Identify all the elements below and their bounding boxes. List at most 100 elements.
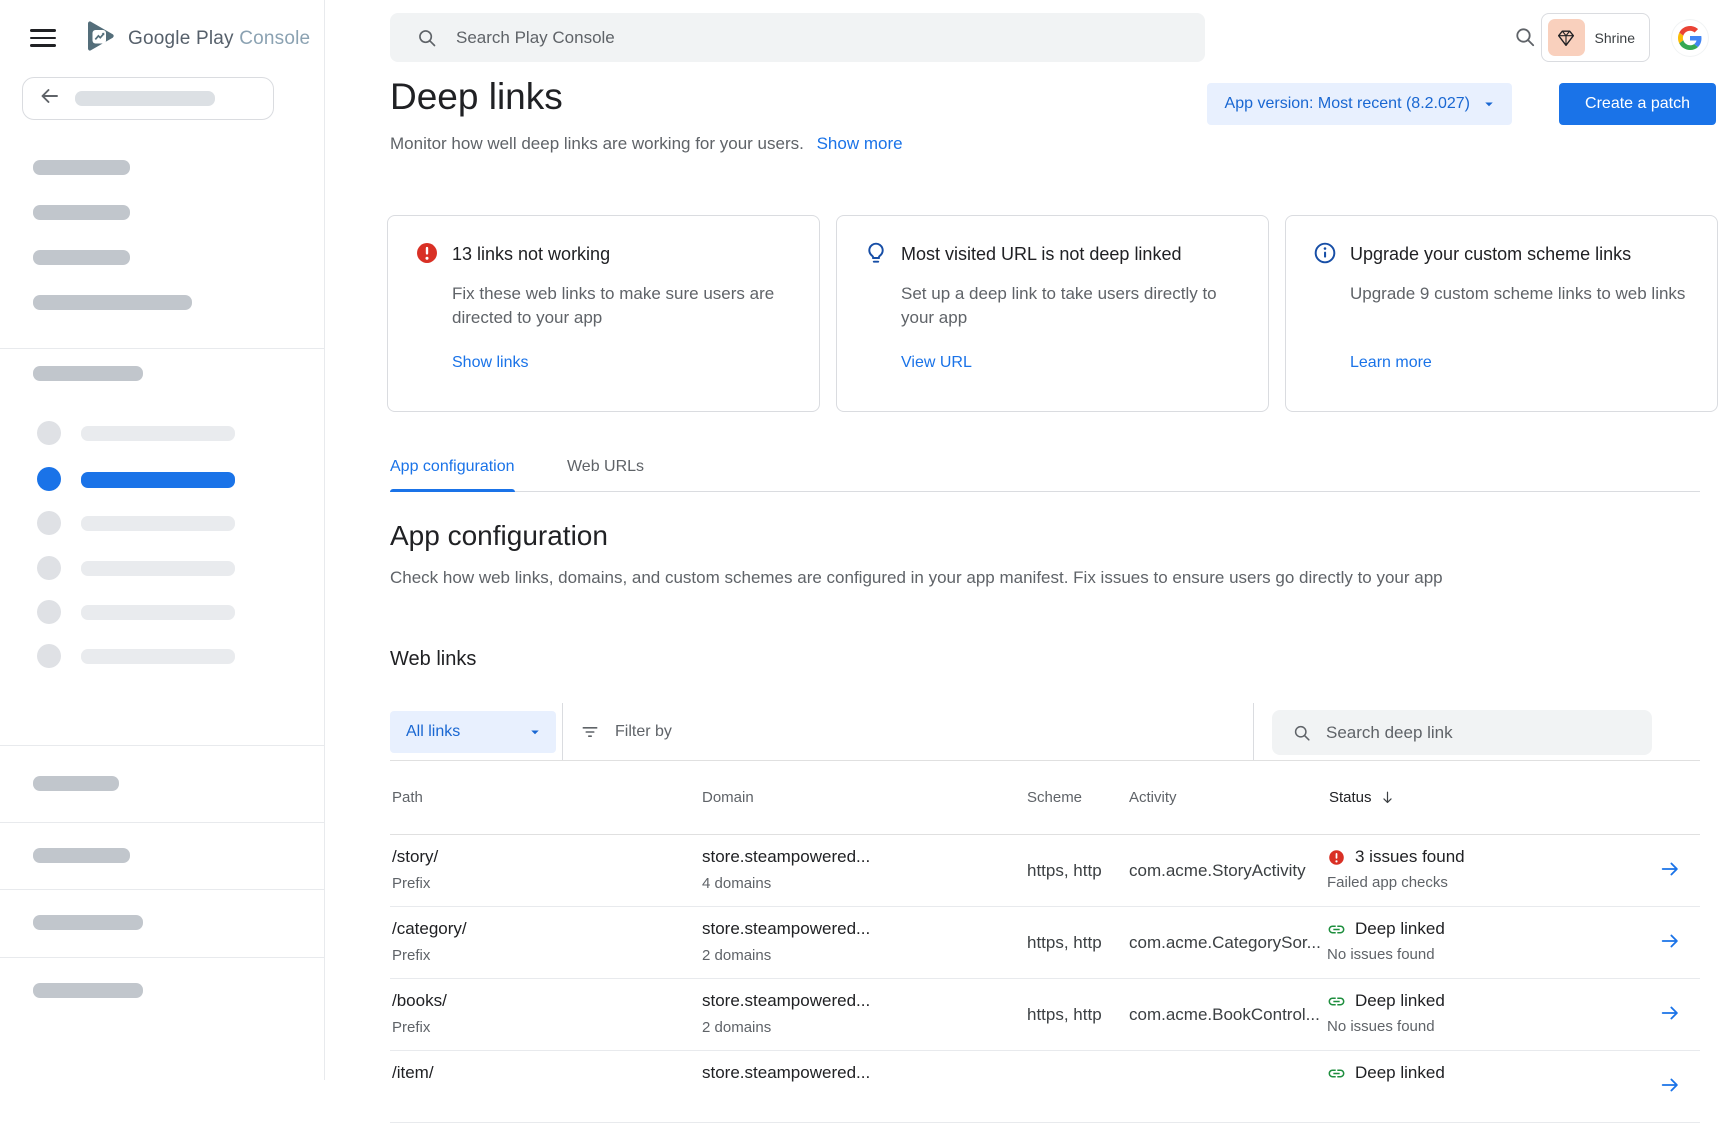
filter-bar: All links Filter by bbox=[390, 703, 1700, 761]
info-icon bbox=[1312, 240, 1338, 271]
deep-link-search-input[interactable] bbox=[1326, 723, 1626, 743]
column-header-domain: Domain bbox=[700, 789, 1025, 806]
card-most-visited-url: Most visited URL is not deep linked Set … bbox=[836, 215, 1269, 412]
skeleton-bar bbox=[75, 91, 215, 106]
app-switcher[interactable]: Shrine bbox=[1541, 13, 1650, 62]
skeleton-bar bbox=[33, 366, 143, 381]
scheme-cell: https, http bbox=[1025, 933, 1127, 953]
tab-web-urls[interactable]: Web URLs bbox=[567, 458, 644, 491]
path-cell: /item/ bbox=[390, 1051, 700, 1122]
chevron-down-icon bbox=[526, 723, 544, 741]
table-row[interactable]: /books/ Prefix store.steampowered... 2 d… bbox=[390, 979, 1700, 1051]
scheme-cell: https, http bbox=[1025, 1005, 1127, 1025]
google-logo-icon bbox=[1678, 26, 1702, 50]
back-button[interactable] bbox=[22, 77, 274, 120]
status-cell: Deep linked bbox=[1327, 1051, 1640, 1122]
menu-button[interactable] bbox=[30, 24, 64, 52]
learn-more-link[interactable]: Learn more bbox=[1350, 354, 1432, 372]
status-cell: Deep linked No issues found bbox=[1327, 979, 1640, 1050]
link-icon bbox=[1327, 920, 1346, 939]
skeleton-bar bbox=[33, 160, 130, 175]
open-row-button[interactable] bbox=[1655, 1070, 1685, 1103]
app-name-label: Shrine bbox=[1595, 30, 1635, 46]
open-row-button[interactable] bbox=[1655, 926, 1685, 959]
skeleton-bar bbox=[33, 915, 143, 930]
sidebar-nav-item[interactable] bbox=[0, 416, 325, 450]
back-arrow-icon bbox=[37, 84, 61, 113]
search-input[interactable] bbox=[456, 28, 1056, 48]
card-title: Upgrade your custom scheme links bbox=[1350, 244, 1631, 265]
open-row-button[interactable] bbox=[1655, 854, 1685, 887]
status-badge: Deep linked bbox=[1355, 991, 1445, 1011]
view-url-link[interactable]: View URL bbox=[901, 354, 972, 372]
web-links-table: Path Domain Scheme Activity Status /stor… bbox=[390, 761, 1700, 1123]
links-filter-dropdown[interactable]: All links bbox=[390, 711, 556, 753]
path-cell: /books/ Prefix bbox=[390, 979, 700, 1050]
sidebar-nav-item[interactable] bbox=[0, 639, 325, 673]
sidebar-nav-item-active[interactable] bbox=[0, 462, 325, 496]
card-body: Fix these web links to make sure users a… bbox=[452, 282, 792, 330]
page-title: Deep links bbox=[390, 76, 563, 118]
sidebar-divider bbox=[0, 348, 325, 349]
skeleton-bar bbox=[33, 983, 143, 998]
play-console-logo: Google Play Console bbox=[82, 18, 310, 59]
tab-app-configuration[interactable]: App configuration bbox=[390, 458, 515, 491]
card-upgrade-scheme-links: Upgrade your custom scheme links Upgrade… bbox=[1285, 215, 1718, 412]
activity-cell: com.acme.BookControl... bbox=[1127, 1005, 1327, 1025]
open-row-button[interactable] bbox=[1655, 998, 1685, 1031]
status-cell: Deep linked No issues found bbox=[1327, 907, 1640, 978]
path-cell: /story/ Prefix bbox=[390, 835, 700, 906]
create-patch-button[interactable]: Create a patch bbox=[1559, 83, 1716, 125]
card-title: Most visited URL is not deep linked bbox=[901, 244, 1181, 265]
deep-link-search[interactable] bbox=[1272, 710, 1652, 755]
section-description: Check how web links, domains, and custom… bbox=[390, 568, 1443, 588]
domain-cell: store.steampowered... bbox=[700, 1051, 1025, 1122]
domain-cell: store.steampowered... 2 domains bbox=[700, 979, 1025, 1050]
sidebar-nav-item[interactable] bbox=[0, 551, 325, 585]
status-badge: Deep linked bbox=[1355, 919, 1445, 939]
status-badge: 3 issues found bbox=[1355, 847, 1465, 867]
filter-by-button[interactable]: Filter by bbox=[580, 703, 672, 761]
web-links-heading: Web links bbox=[390, 648, 476, 671]
domain-cell: store.steampowered... 4 domains bbox=[700, 835, 1025, 906]
tab-bar: App configuration Web URLs bbox=[390, 458, 1700, 492]
column-header-status[interactable]: Status bbox=[1327, 789, 1640, 806]
app-version-dropdown[interactable]: App version: Most recent (8.2.027) bbox=[1207, 83, 1512, 125]
topbar-search-button[interactable] bbox=[1513, 25, 1537, 52]
chevron-down-icon bbox=[1480, 95, 1498, 113]
play-console-search[interactable] bbox=[390, 13, 1205, 62]
search-icon bbox=[416, 27, 438, 49]
sidebar-nav-item[interactable] bbox=[0, 595, 325, 629]
card-body: Set up a deep link to take users directl… bbox=[901, 282, 1241, 330]
status-detail: No issues found bbox=[1327, 1018, 1640, 1035]
domain-cell: store.steampowered... 2 domains bbox=[700, 907, 1025, 978]
sidebar-divider bbox=[0, 822, 325, 823]
status-detail: Failed app checks bbox=[1327, 874, 1640, 891]
insight-cards: 13 links not working Fix these web links… bbox=[387, 215, 1718, 412]
table-row[interactable]: /item/ store.steampowered... Deep linked bbox=[390, 1051, 1700, 1123]
show-more-link[interactable]: Show more bbox=[817, 134, 903, 153]
table-row[interactable]: /category/ Prefix store.steampowered... … bbox=[390, 907, 1700, 979]
sidebar-nav-item[interactable] bbox=[0, 506, 325, 540]
skeleton-bar bbox=[33, 250, 130, 265]
search-icon bbox=[1513, 25, 1537, 49]
show-links-link[interactable]: Show links bbox=[452, 354, 528, 372]
scheme-cell: https, http bbox=[1025, 861, 1127, 881]
activity-cell: com.acme.CategorySor... bbox=[1127, 933, 1327, 953]
play-console-logo-icon bbox=[82, 18, 118, 59]
lightbulb-icon bbox=[863, 240, 889, 271]
filter-divider bbox=[562, 703, 563, 760]
arrow-right-icon bbox=[1659, 1074, 1681, 1096]
filter-icon bbox=[580, 722, 600, 742]
filter-divider bbox=[1253, 703, 1254, 760]
sidebar-divider bbox=[0, 957, 325, 958]
path-cell: /category/ Prefix bbox=[390, 907, 700, 978]
google-account-button[interactable] bbox=[1672, 20, 1708, 56]
card-body: Upgrade 9 custom scheme links to web lin… bbox=[1350, 282, 1690, 306]
sort-descending-icon bbox=[1379, 789, 1396, 806]
column-header-activity: Activity bbox=[1127, 789, 1327, 806]
search-icon bbox=[1292, 723, 1312, 743]
status-cell: 3 issues found Failed app checks bbox=[1327, 835, 1640, 906]
table-row[interactable]: /story/ Prefix store.steampowered... 4 d… bbox=[390, 835, 1700, 907]
skeleton-bar bbox=[33, 776, 119, 791]
